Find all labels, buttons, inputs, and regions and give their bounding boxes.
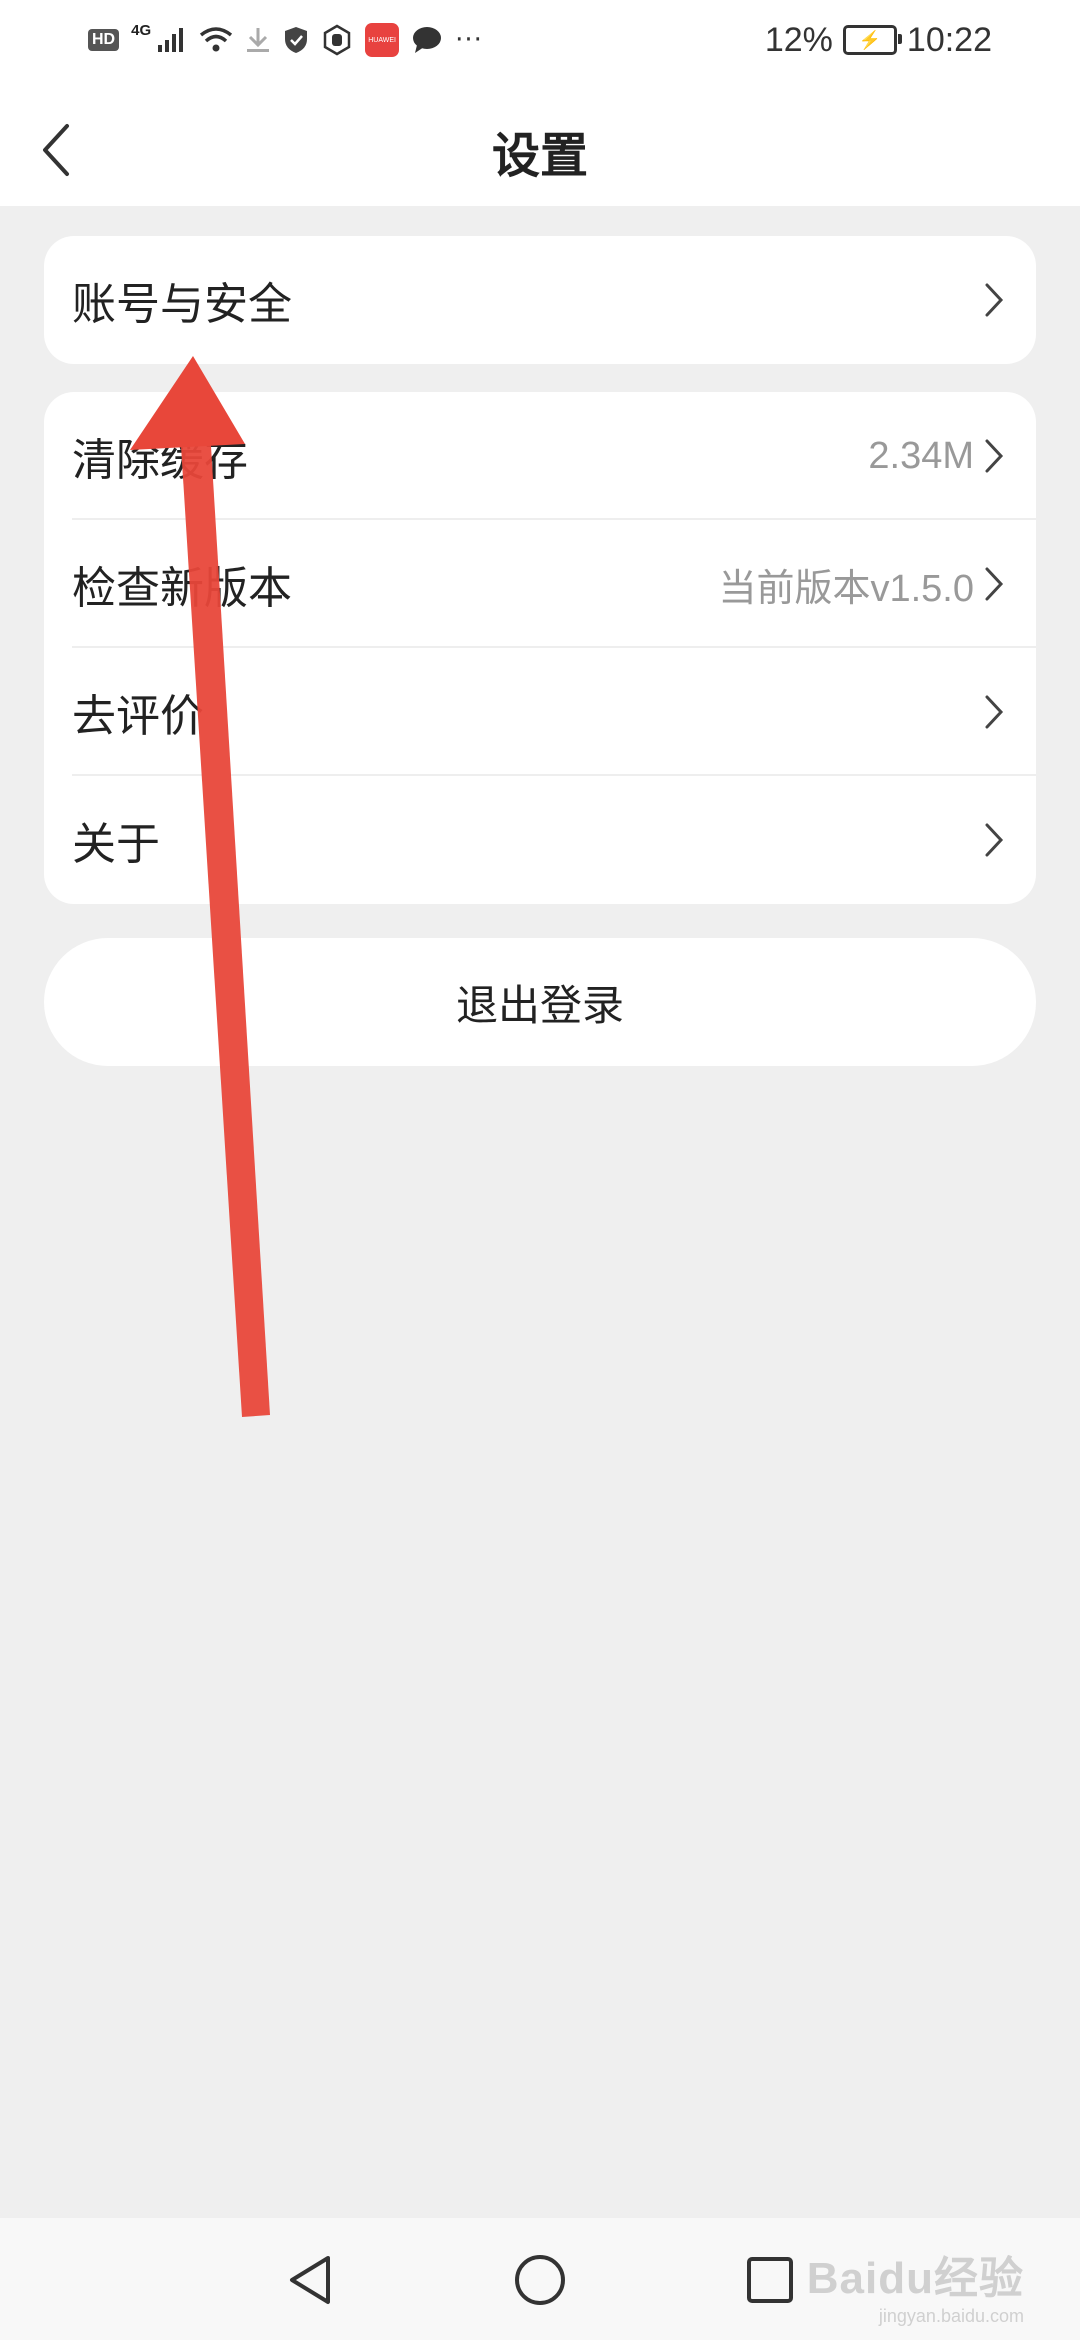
- watermark-url: jingyan.baidu.com: [878, 2306, 1024, 2326]
- top-area: HD 4G HUAWEI ··· 12% ⚡ 10:22 设置: [0, 0, 1080, 206]
- rate-label: 去评价: [72, 691, 204, 742]
- logout-label: 退出登录: [455, 980, 624, 1030]
- status-icons: HD 4G HUAWEI ···: [88, 18, 483, 62]
- download-icon: [245, 26, 271, 54]
- home-circle-icon: [515, 2255, 565, 2305]
- watermark: Baidu经验 jingyan.baidu.com: [807, 2242, 1024, 2327]
- hand-icon: [321, 24, 353, 56]
- account-card: 账号与安全: [44, 236, 1036, 364]
- account-security-row[interactable]: 账号与安全: [44, 236, 1036, 364]
- header: 设置: [0, 80, 1080, 206]
- shield-icon: [283, 25, 309, 55]
- status-bar: HD 4G HUAWEI ··· 12% ⚡ 10:22: [0, 0, 1080, 80]
- network-type-label: 4G: [131, 21, 152, 39]
- huawei-app-icon: HUAWEI: [365, 23, 400, 57]
- check-update-row[interactable]: 检查新版本 当前版本v1.5.0: [44, 520, 1036, 648]
- chevron-right-icon: [984, 694, 1008, 730]
- about-row[interactable]: 关于: [44, 776, 1036, 904]
- check-update-label: 检查新版本: [72, 563, 292, 614]
- chevron-right-icon: [984, 566, 1008, 602]
- battery-percent: 12%: [764, 20, 833, 59]
- rate-row[interactable]: 去评价: [44, 648, 1036, 776]
- clear-cache-label: 清除缓存: [72, 435, 248, 486]
- more-dots-icon: ···: [455, 25, 483, 55]
- account-security-label: 账号与安全: [72, 279, 292, 330]
- hd-badge: HD: [88, 29, 120, 51]
- watermark-title: Baidu经验: [806, 2254, 1024, 2303]
- chevron-right-icon: [984, 438, 1008, 474]
- wifi-icon: [199, 26, 233, 54]
- battery-charging-icon: ⚡: [842, 25, 902, 55]
- signal-icon: [157, 27, 187, 53]
- message-icon: [411, 25, 443, 55]
- current-version-value: 当前版本v1.5.0: [718, 567, 974, 610]
- logout-button[interactable]: 退出登录: [44, 938, 1036, 1066]
- chevron-right-icon: [984, 282, 1008, 318]
- clear-cache-row[interactable]: 清除缓存 2.34M: [44, 392, 1036, 520]
- page-title: 设置: [491, 128, 588, 184]
- chevron-right-icon: [984, 822, 1008, 858]
- about-label: 关于: [72, 819, 160, 870]
- status-right: 12% ⚡ 10:22: [765, 16, 992, 64]
- settings-card: 清除缓存 2.34M 检查新版本 当前版本v1.5.0 去评价 关于: [44, 392, 1036, 904]
- nav-home-button[interactable]: [508, 2248, 572, 2312]
- recent-square-icon: [747, 2257, 793, 2303]
- nav-back-button[interactable]: [278, 2248, 342, 2312]
- clock: 10:22: [906, 20, 992, 59]
- navigation-bar: Baidu经验 jingyan.baidu.com: [0, 2218, 1080, 2340]
- nav-recent-button[interactable]: [738, 2248, 802, 2312]
- cache-size-value: 2.34M: [868, 434, 974, 477]
- back-triangle-icon: [290, 2256, 330, 2304]
